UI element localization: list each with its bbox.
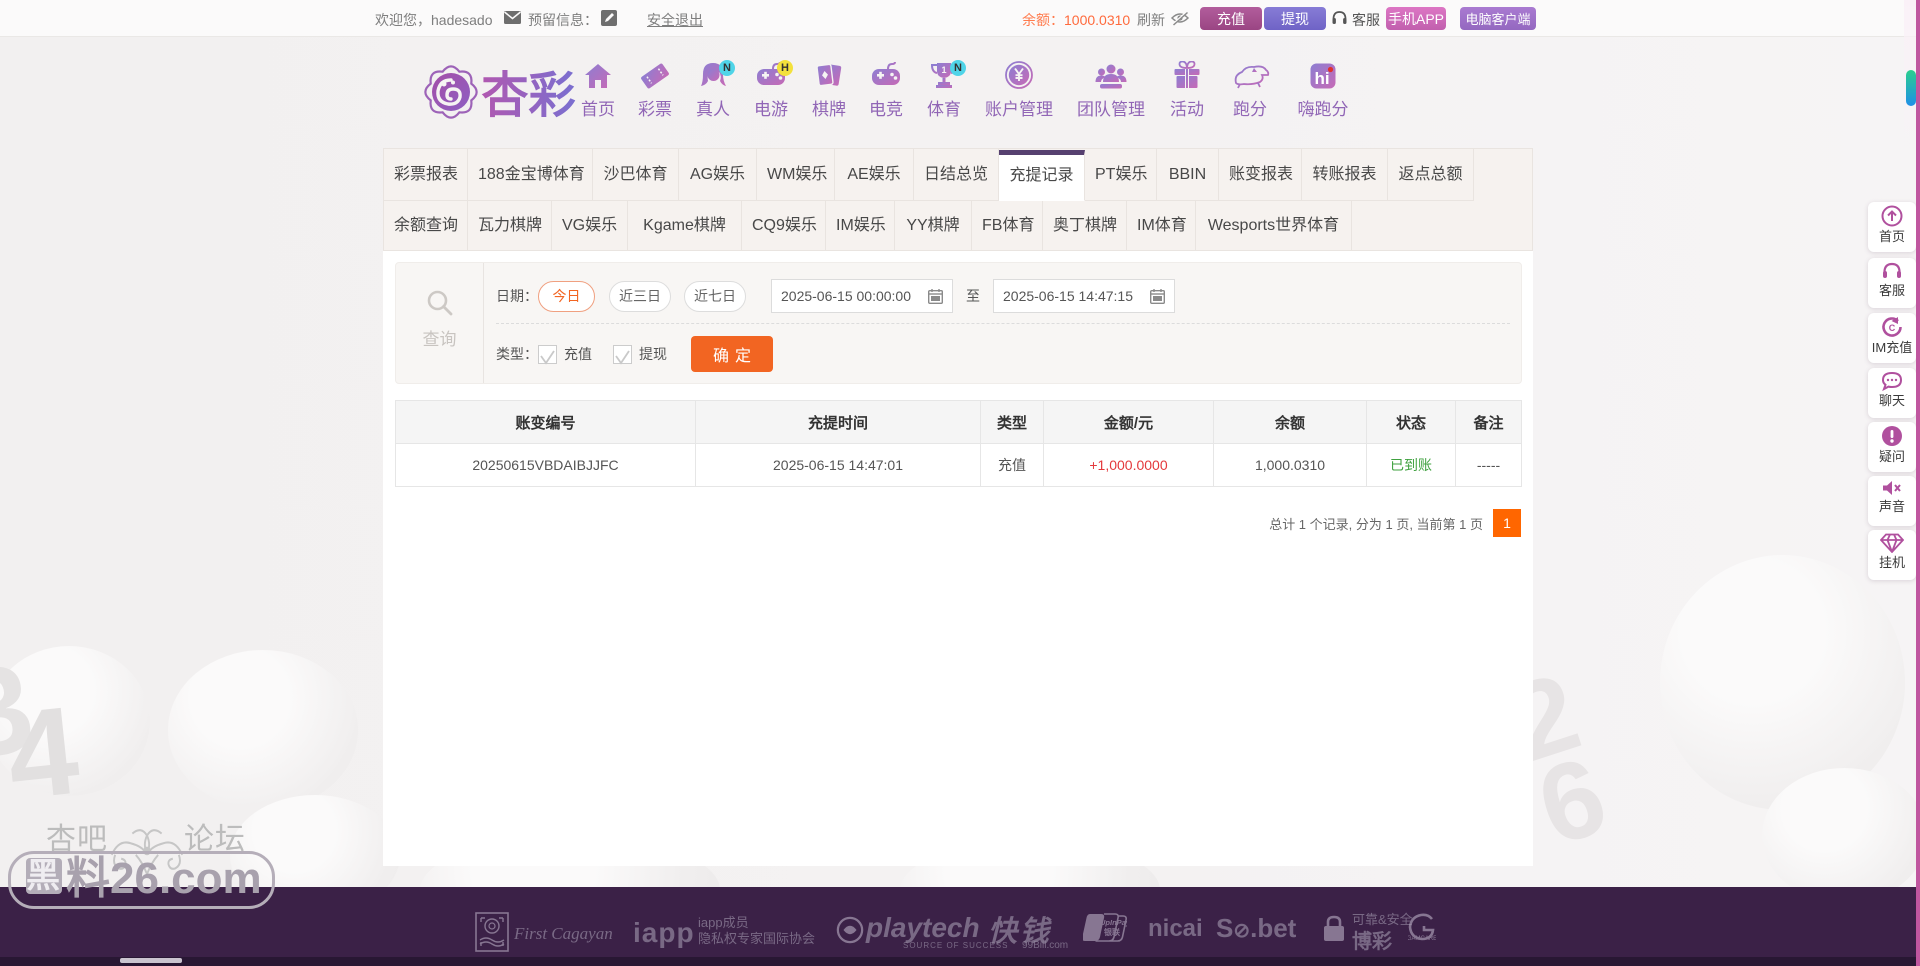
svg-text:1: 1 xyxy=(941,65,946,75)
svg-text:hi: hi xyxy=(1314,69,1329,88)
svg-text:杏彩: 杏彩 xyxy=(481,69,575,123)
svg-text:银联: 银联 xyxy=(1103,927,1120,937)
svg-text:GAMCARE: GAMCARE xyxy=(1408,936,1436,941)
svg-text:UpInPay: UpInPay xyxy=(1100,918,1127,927)
svg-text:C: C xyxy=(1889,323,1896,333)
